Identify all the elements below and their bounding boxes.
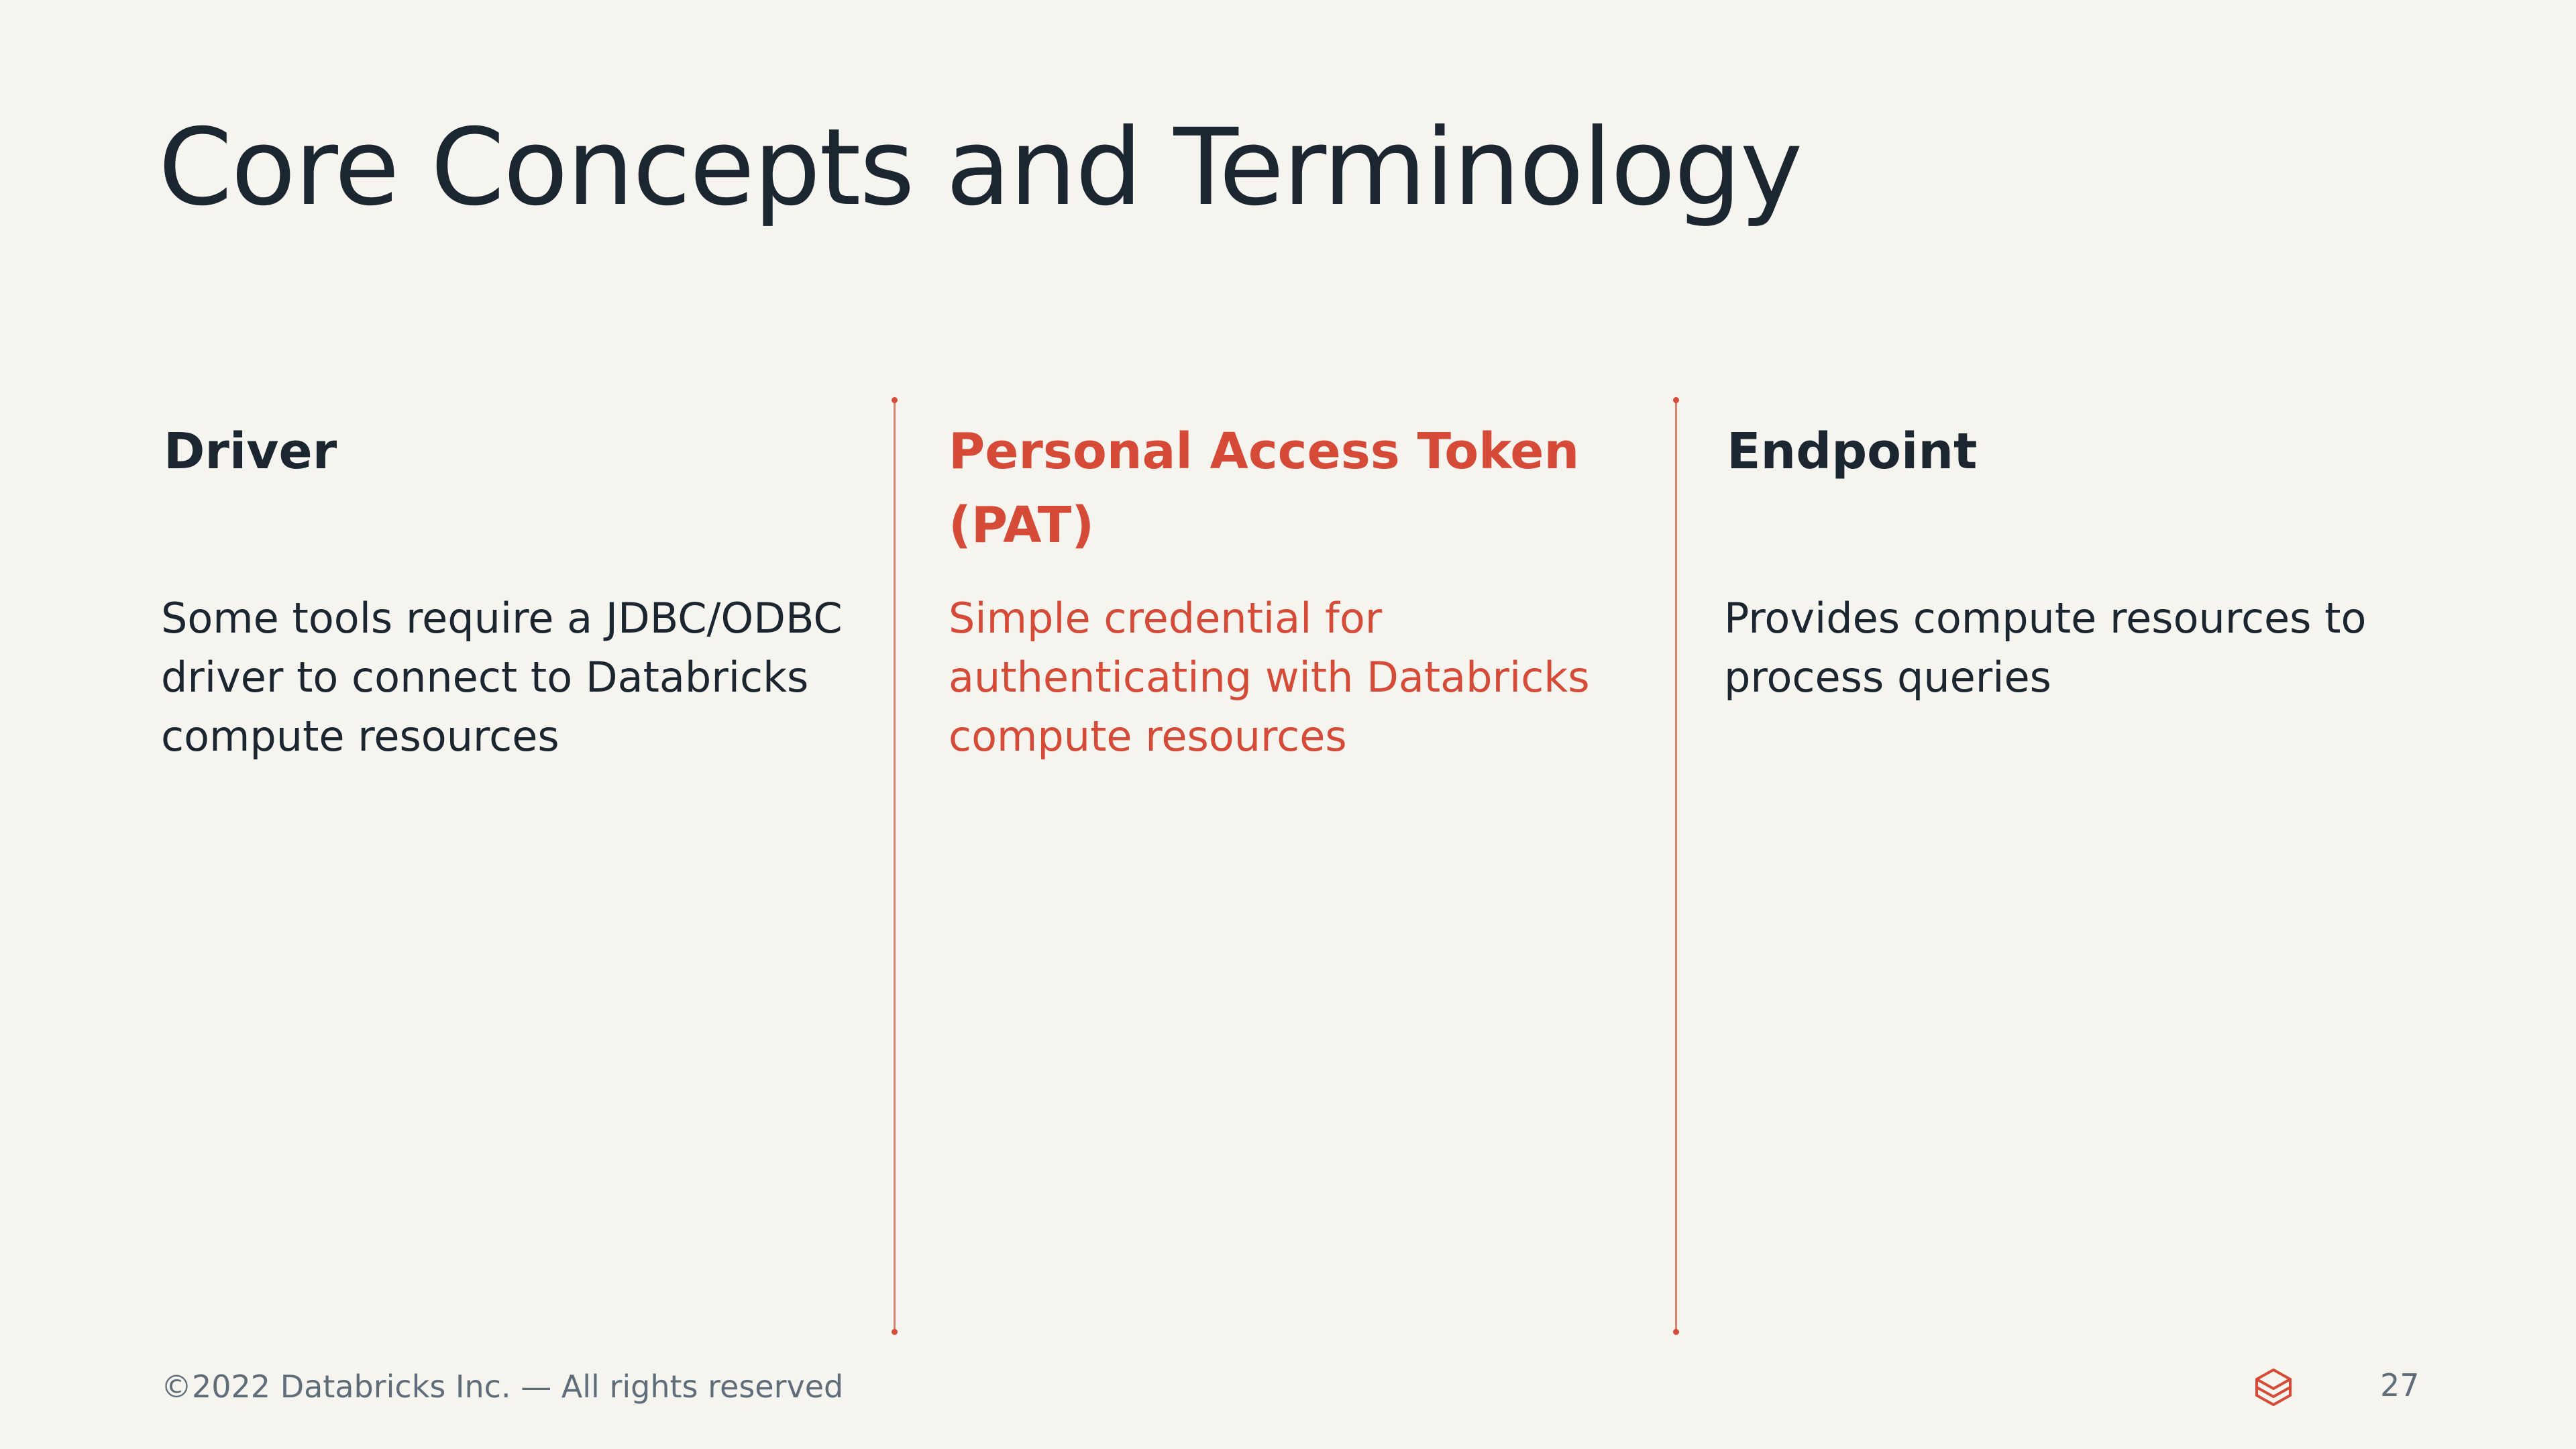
column-divider — [892, 397, 898, 1335]
column-personal-access-token: Personal Access Token (PAT) Simple crede… — [949, 415, 1646, 766]
column-body-pat: Simple credential for authenticating wit… — [949, 589, 1646, 766]
body-line: compute resources — [949, 712, 1347, 761]
heading-line: (PAT) — [949, 496, 1095, 554]
column-driver: Driver Some tools require a JDBC/ODBC dr… — [161, 415, 861, 766]
column-body-driver: Some tools require a JDBC/ODBC driver to… — [161, 589, 861, 766]
body-line: authenticating with Databricks — [949, 653, 1590, 702]
heading-line: Driver — [164, 423, 337, 480]
page-number: 27 — [2380, 1367, 2420, 1403]
slide-title: Core Concepts and Terminology — [158, 106, 1803, 229]
body-line: Some tools require a JDBC/ODBC — [161, 594, 843, 643]
body-line: compute resources — [161, 712, 559, 761]
column-heading-driver: Driver — [164, 415, 861, 589]
column-endpoint: Endpoint Provides compute resources to p… — [1724, 415, 2424, 707]
body-line: Simple credential for — [949, 594, 1383, 643]
column-divider — [1673, 397, 1679, 1335]
footer-copyright: ©2022 Databricks Inc. — All rights reser… — [161, 1368, 844, 1405]
body-line: driver to connect to Databricks — [161, 653, 809, 702]
column-heading-pat: Personal Access Token (PAT) — [949, 415, 1646, 589]
body-line: Provides compute resources to — [1724, 594, 2367, 643]
column-heading-endpoint: Endpoint — [1727, 415, 2424, 589]
heading-line: Endpoint — [1727, 423, 1978, 480]
body-line: process queries — [1724, 653, 2051, 702]
databricks-logo-icon — [2255, 1368, 2292, 1406]
column-body-endpoint: Provides compute resources to process qu… — [1724, 589, 2424, 707]
heading-line: Personal Access Token — [949, 423, 1580, 480]
